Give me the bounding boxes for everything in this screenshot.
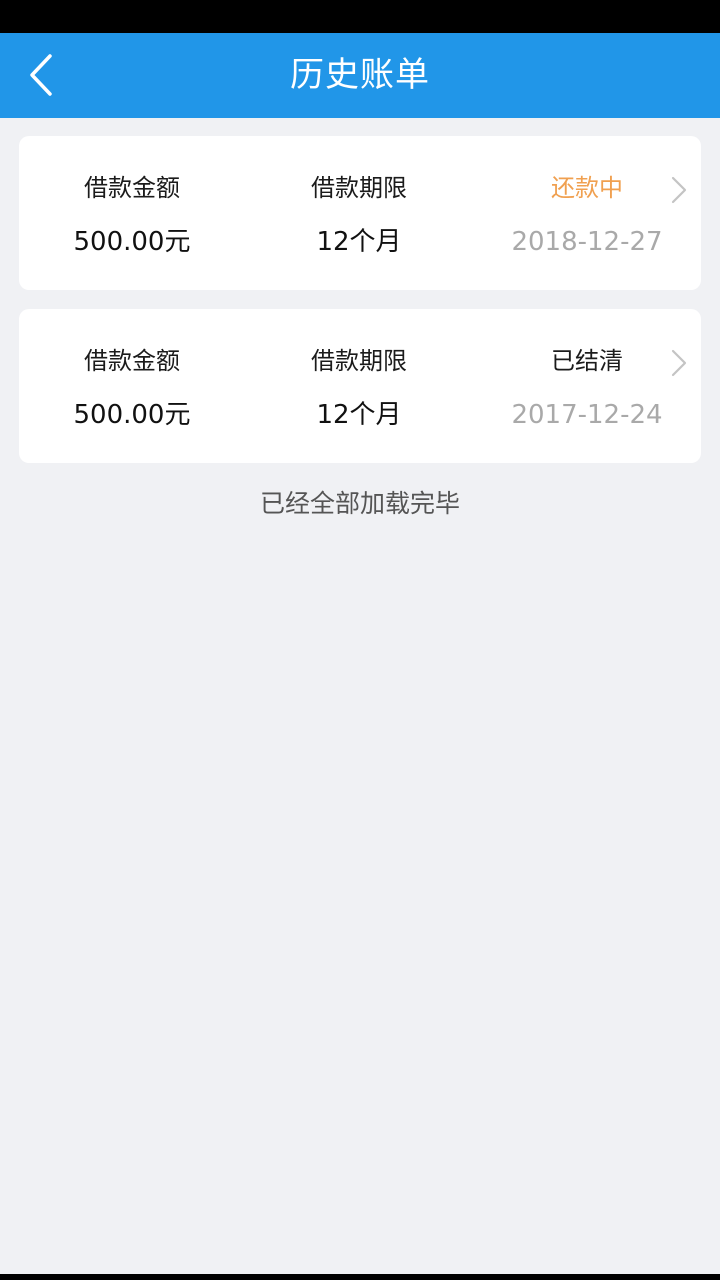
amount-value: 500.00元 [73, 227, 191, 257]
chevron-right-icon [669, 176, 689, 204]
amount-label: 借款金额 [84, 174, 180, 202]
term-value: 12个月 [316, 227, 402, 257]
load-complete-text: 已经全部加载完毕 [259, 489, 460, 518]
chevron-left-icon [30, 54, 52, 96]
status-bar [0, 0, 720, 33]
bill-card[interactable]: 借款金额 500.00元 借款期限 12个月 已结清 2017-12-24 [19, 309, 701, 463]
amount-value: 500.00元 [73, 400, 191, 430]
status-badge: 还款中 [551, 174, 623, 202]
status-badge: 已结清 [551, 347, 623, 375]
bill-date: 2018-12-27 [511, 227, 663, 257]
page-title: 历史账单 [290, 55, 430, 95]
chevron-right-icon [669, 349, 689, 377]
term-label: 借款期限 [311, 347, 407, 375]
back-button[interactable] [18, 47, 74, 103]
amount-label: 借款金额 [84, 347, 180, 375]
bill-card[interactable]: 借款金额 500.00元 借款期限 12个月 还款中 2018-12-27 [19, 136, 701, 290]
term-label: 借款期限 [311, 174, 407, 202]
nav-bar: 历史账单 [0, 33, 720, 118]
bill-date: 2017-12-24 [511, 400, 663, 430]
bill-list: 借款金额 500.00元 借款期限 12个月 还款中 2018-12-27 借款… [19, 136, 701, 482]
bottom-bar [0, 1274, 720, 1280]
term-value: 12个月 [316, 400, 402, 430]
